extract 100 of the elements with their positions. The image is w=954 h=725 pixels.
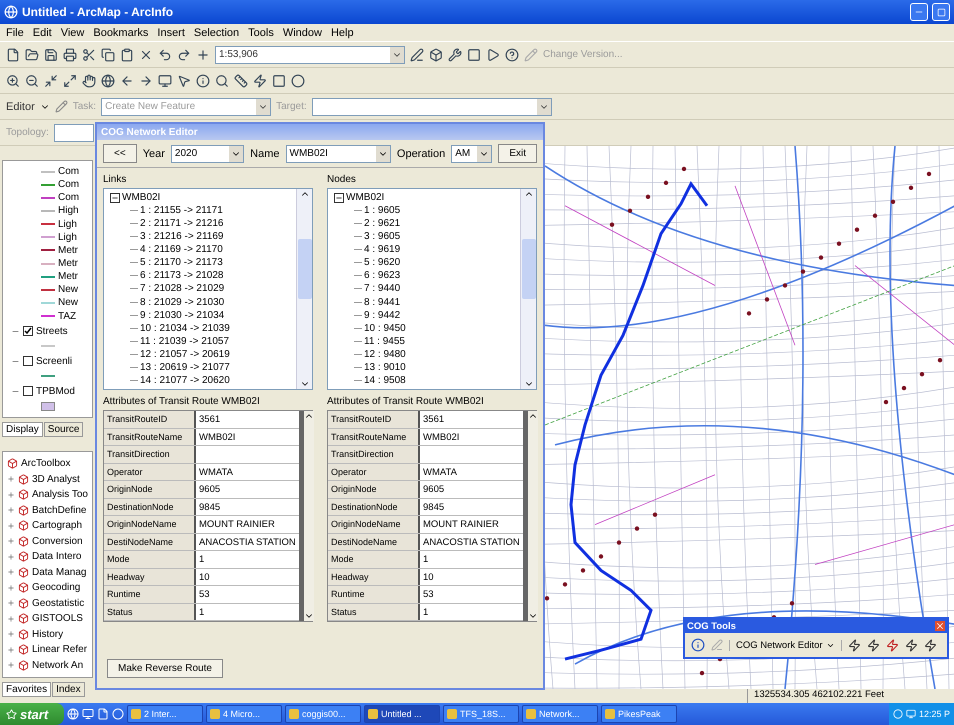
operation-dropdown[interactable]: AM (451, 144, 492, 162)
fixed-zoom-in-icon[interactable] (44, 74, 58, 88)
menu-item[interactable]: Help (330, 26, 354, 38)
field-value[interactable]: 1 (196, 551, 299, 568)
field-value[interactable]: 9605 (420, 481, 523, 498)
add-data-icon[interactable] (196, 48, 210, 62)
frame-icon[interactable] (272, 74, 286, 88)
menu-item[interactable]: Edit (32, 26, 52, 38)
tree-item[interactable]: 13 : 20619 -> 21077 (140, 362, 230, 373)
tree-item[interactable]: 12 : 21057 -> 20619 (140, 348, 230, 360)
tree-item[interactable]: 14 : 21077 -> 20620 (140, 374, 230, 386)
toolbox-item[interactable]: Cartograph (32, 520, 82, 532)
find-icon[interactable] (215, 74, 229, 88)
tree-item[interactable]: 4 : 9619 (364, 244, 400, 256)
layer-label[interactable]: Streets (36, 326, 68, 337)
tab[interactable]: Display (2, 422, 43, 437)
tree-item[interactable]: 11 : 9455 (364, 336, 405, 347)
redo-icon[interactable] (177, 48, 191, 62)
field-value[interactable]: WMB02I (196, 428, 299, 445)
field-value[interactable]: WMATA (420, 464, 523, 480)
sketch-tool-icon[interactable] (54, 100, 68, 113)
expand-icon[interactable] (7, 568, 15, 576)
taskbar-button[interactable]: PikesPeak (601, 705, 677, 723)
tree-item[interactable]: 5 : 21170 -> 21173 (140, 257, 223, 268)
circle-icon[interactable] (291, 74, 305, 88)
tree-item[interactable]: 2 : 9621 (364, 218, 400, 230)
toolbox-item[interactable]: Conversion (32, 536, 83, 547)
field-value[interactable]: 53 (196, 586, 299, 602)
zoom-out-icon[interactable] (25, 74, 39, 88)
field-value[interactable]: 3561 (196, 411, 299, 428)
menu-item[interactable]: Bookmarks (93, 26, 148, 38)
toolbox-item[interactable]: Analysis Too (32, 489, 88, 500)
tree-item[interactable]: 13 : 9010 (364, 362, 406, 373)
field-value[interactable]: 1 (196, 604, 299, 620)
window-icon[interactable] (467, 48, 481, 62)
pan-icon[interactable] (82, 74, 96, 88)
tree-item[interactable]: 4 : 21169 -> 21170 (140, 244, 223, 256)
tray-icon[interactable] (906, 709, 916, 719)
tree-item[interactable]: 12 : 9480 (364, 348, 406, 360)
file-icon[interactable] (97, 708, 109, 720)
maximize-button[interactable] (932, 3, 950, 21)
minimize-button[interactable] (910, 3, 928, 21)
menu-item[interactable]: File (6, 26, 24, 38)
tree-item[interactable]: 14 : 9508 (364, 374, 406, 386)
help-icon[interactable] (505, 48, 519, 62)
tree-item[interactable]: WMB02I (122, 192, 160, 204)
new-file-icon[interactable] (6, 48, 20, 62)
zoom-in-icon[interactable] (6, 74, 20, 88)
field-value[interactable]: ANACOSTIA STATION (196, 534, 299, 550)
select-icon[interactable] (177, 74, 191, 88)
toolbox-title[interactable]: ArcToolbox (21, 458, 70, 470)
forward-arrow-icon[interactable] (139, 74, 153, 88)
measure-icon[interactable] (234, 74, 248, 88)
scrollbar[interactable] (522, 411, 538, 621)
tab[interactable]: Source (44, 422, 84, 437)
expand-icon[interactable] (7, 490, 15, 499)
expand-icon[interactable] (7, 475, 15, 484)
toolbox-item[interactable]: Geostatistic (32, 598, 84, 609)
field-value[interactable]: 53 (420, 586, 523, 602)
collapse-icon[interactable] (334, 192, 344, 203)
tree-item[interactable]: 8 : 21029 -> 21030 (140, 296, 224, 308)
expand-icon[interactable] (7, 614, 15, 623)
editor-menu[interactable]: Editor (6, 100, 35, 112)
layer-checkbox[interactable] (23, 386, 33, 396)
menu-item[interactable]: Insert (157, 26, 185, 38)
toolbox-item[interactable]: Linear Refer (32, 644, 88, 656)
toolbox-item[interactable]: Geocoding (32, 582, 80, 594)
expand-icon[interactable] (7, 584, 15, 592)
field-value[interactable]: 9845 (420, 498, 523, 515)
tree-item[interactable]: 3 : 9605 (364, 231, 400, 242)
tree-item[interactable]: 10 : 9450 (364, 322, 406, 334)
field-value[interactable]: MOUNT RAINIER (420, 516, 523, 532)
tree-item[interactable]: 11 : 21039 -> 21057 (140, 336, 230, 347)
field-value[interactable]: WMB02I (420, 428, 523, 445)
expand-icon[interactable] (7, 537, 15, 546)
toolbox-item[interactable]: Data Manag (32, 566, 86, 578)
tree-item[interactable]: 7 : 21028 -> 21029 (140, 283, 224, 294)
tree-item[interactable]: 6 : 21173 -> 21028 (140, 270, 224, 282)
tree-item[interactable]: 10 : 21034 -> 21039 (140, 322, 230, 334)
field-value[interactable]: WMATA (196, 464, 299, 480)
fixed-zoom-out-icon[interactable] (63, 74, 77, 88)
field-value[interactable]: 3561 (420, 411, 523, 428)
menu-item[interactable]: View (60, 26, 84, 38)
menu-item[interactable]: Tools (248, 26, 274, 38)
scale-dropdown[interactable]: 1:53,906 (215, 46, 405, 64)
globe-icon[interactable] (101, 74, 115, 88)
layer-checkbox[interactable] (23, 356, 33, 366)
year-dropdown[interactable]: 2020 (170, 144, 244, 162)
expand-icon[interactable] (7, 630, 15, 638)
topology-dropdown[interactable] (54, 124, 94, 142)
field-value[interactable]: MOUNT RAINIER (196, 516, 299, 532)
toolbox-item[interactable]: GISTOOLS (32, 613, 83, 624)
target-dropdown[interactable] (312, 98, 552, 116)
tree-item[interactable]: WMB02I (346, 192, 384, 204)
field-value[interactable]: 9605 (196, 481, 299, 498)
tree-item[interactable]: 3 : 21216 -> 21169 (140, 231, 224, 242)
field-value[interactable]: 1 (420, 551, 523, 568)
toolbox-item[interactable]: 3D Analyst (32, 474, 80, 485)
editor-toolbar-icon[interactable] (410, 48, 424, 62)
taskbar-button[interactable]: Network... (522, 705, 598, 723)
